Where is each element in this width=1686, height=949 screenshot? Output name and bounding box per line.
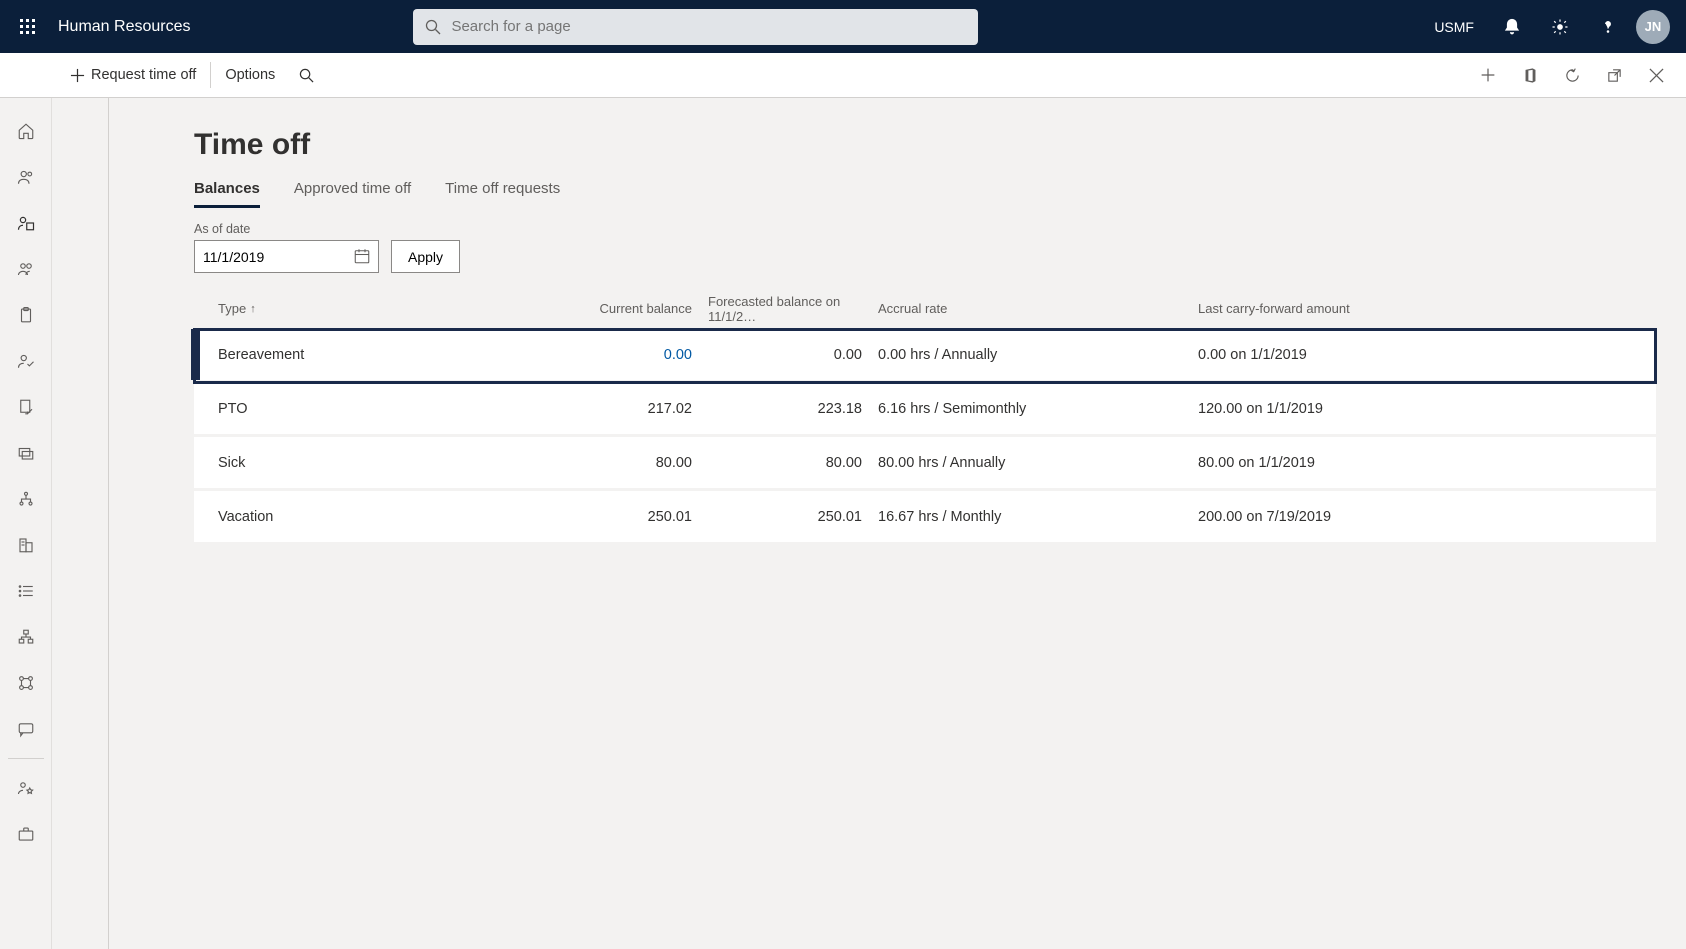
nav-team-icon[interactable]: [2, 246, 50, 292]
nav-people-icon[interactable]: [2, 154, 50, 200]
user-avatar[interactable]: JN: [1636, 10, 1670, 44]
request-time-off-label: Request time off: [91, 67, 196, 83]
cell-type: Vacation: [210, 509, 570, 525]
cell-type: PTO: [210, 401, 570, 417]
office-icon[interactable]: [1510, 55, 1550, 95]
row-selection-stripe: [194, 383, 200, 434]
nav-personnel-icon[interactable]: [2, 200, 50, 246]
content-area: Time off Balances Approved time off Time…: [52, 98, 1686, 949]
cell-accrual-rate: 80.00 hrs / Annually: [870, 455, 1190, 471]
asof-row: Apply: [194, 240, 1656, 273]
settings-icon[interactable]: [1540, 7, 1580, 47]
nav-person-star-icon[interactable]: [2, 765, 50, 811]
cell-forecast-balance: 0.00: [700, 347, 870, 363]
top-nav-bar: Human Resources USMF JN: [0, 0, 1686, 53]
table-row[interactable]: Sick80.0080.0080.00 hrs / Annually80.00 …: [194, 437, 1656, 491]
sort-asc-icon: ↑: [250, 303, 256, 315]
popout-icon[interactable]: [1594, 55, 1634, 95]
tab-time-off-requests[interactable]: Time off requests: [445, 180, 560, 208]
nav-home-icon[interactable]: [2, 108, 50, 154]
cell-forecast-balance: 250.01: [700, 509, 870, 525]
options-button[interactable]: Options: [211, 53, 289, 97]
table-row[interactable]: PTO217.02223.186.16 hrs / Semimonthly120…: [194, 383, 1656, 437]
col-carry-forward[interactable]: Last carry-forward amount: [1190, 301, 1650, 316]
nav-org-icon[interactable]: [2, 614, 50, 660]
search-icon: [425, 19, 441, 35]
cell-carry-forward: 80.00 on 1/1/2019: [1190, 455, 1650, 471]
action-search-icon[interactable]: [289, 53, 324, 97]
row-selection-stripe: [191, 329, 200, 380]
col-type[interactable]: Type ↑: [210, 301, 570, 316]
cell-forecast-balance: 80.00: [700, 455, 870, 471]
refresh-icon[interactable]: [1552, 55, 1592, 95]
attachments-icon[interactable]: [1468, 55, 1508, 95]
close-icon[interactable]: [1636, 55, 1676, 95]
search-input[interactable]: [451, 18, 966, 35]
balances-grid: Type ↑ Current balance Forecasted balanc…: [194, 289, 1656, 545]
asof-date-input[interactable]: [194, 240, 379, 273]
table-row[interactable]: Bereavement0.000.000.00 hrs / Annually0.…: [194, 329, 1656, 383]
cell-forecast-balance: 223.18: [700, 401, 870, 417]
page-title: Time off: [194, 128, 1656, 162]
rail-separator: [8, 758, 44, 759]
nav-chat-icon[interactable]: [2, 706, 50, 752]
left-nav-rail: [0, 98, 52, 949]
action-bar: Request time off Options: [0, 53, 1686, 98]
notifications-icon[interactable]: [1492, 7, 1532, 47]
help-icon[interactable]: [1588, 7, 1628, 47]
page-divider: [108, 98, 109, 949]
cell-current-balance: 80.00: [570, 455, 700, 471]
cell-carry-forward: 200.00 on 7/19/2019: [1190, 509, 1650, 525]
nav-building-icon[interactable]: [2, 522, 50, 568]
cell-current-balance: 250.01: [570, 509, 700, 525]
tab-approved-time-off[interactable]: Approved time off: [294, 180, 411, 208]
calendar-icon[interactable]: [353, 247, 373, 267]
cell-accrual-rate: 6.16 hrs / Semimonthly: [870, 401, 1190, 417]
row-selection-stripe: [194, 491, 200, 542]
app-launcher-icon[interactable]: [8, 7, 48, 47]
asof-date-label: As of date: [194, 222, 1656, 236]
col-type-label: Type: [218, 301, 246, 316]
apply-button[interactable]: Apply: [391, 240, 460, 273]
action-right-controls: [1468, 55, 1686, 95]
cell-type: Bereavement: [210, 347, 570, 363]
nav-clipboard-icon[interactable]: [2, 292, 50, 338]
col-forecasted-balance[interactable]: Forecasted balance on 11/1/2…: [700, 294, 870, 324]
tab-strip: Balances Approved time off Time off requ…: [194, 180, 1656, 208]
col-current-balance[interactable]: Current balance: [570, 301, 700, 316]
top-right-controls: USMF JN: [1424, 7, 1678, 47]
cell-current-balance[interactable]: 0.00: [570, 347, 700, 363]
cell-current-balance: 217.02: [570, 401, 700, 417]
global-search[interactable]: [413, 9, 978, 45]
nav-cards-icon[interactable]: [2, 430, 50, 476]
request-time-off-button[interactable]: Request time off: [56, 53, 210, 97]
nav-person-check-icon[interactable]: [2, 338, 50, 384]
cell-type: Sick: [210, 455, 570, 471]
legal-entity-picker[interactable]: USMF: [1424, 19, 1484, 35]
nav-list-icon[interactable]: [2, 568, 50, 614]
cell-accrual-rate: 0.00 hrs / Annually: [870, 347, 1190, 363]
cell-carry-forward: 120.00 on 1/1/2019: [1190, 401, 1650, 417]
nav-briefcase-icon[interactable]: [2, 811, 50, 857]
cell-accrual-rate: 16.67 hrs / Monthly: [870, 509, 1190, 525]
col-accrual-rate[interactable]: Accrual rate: [870, 301, 1190, 316]
nav-doc-arrow-icon[interactable]: [2, 384, 50, 430]
grid-header-row: Type ↑ Current balance Forecasted balanc…: [194, 289, 1656, 329]
app-title[interactable]: Human Resources: [58, 18, 191, 36]
cell-carry-forward: 0.00 on 1/1/2019: [1190, 347, 1650, 363]
table-row[interactable]: Vacation250.01250.0116.67 hrs / Monthly2…: [194, 491, 1656, 545]
row-selection-stripe: [194, 437, 200, 488]
nav-hierarchy-icon[interactable]: [2, 476, 50, 522]
tab-balances[interactable]: Balances: [194, 180, 260, 208]
options-label: Options: [225, 67, 275, 83]
nav-sitemap-icon[interactable]: [2, 660, 50, 706]
